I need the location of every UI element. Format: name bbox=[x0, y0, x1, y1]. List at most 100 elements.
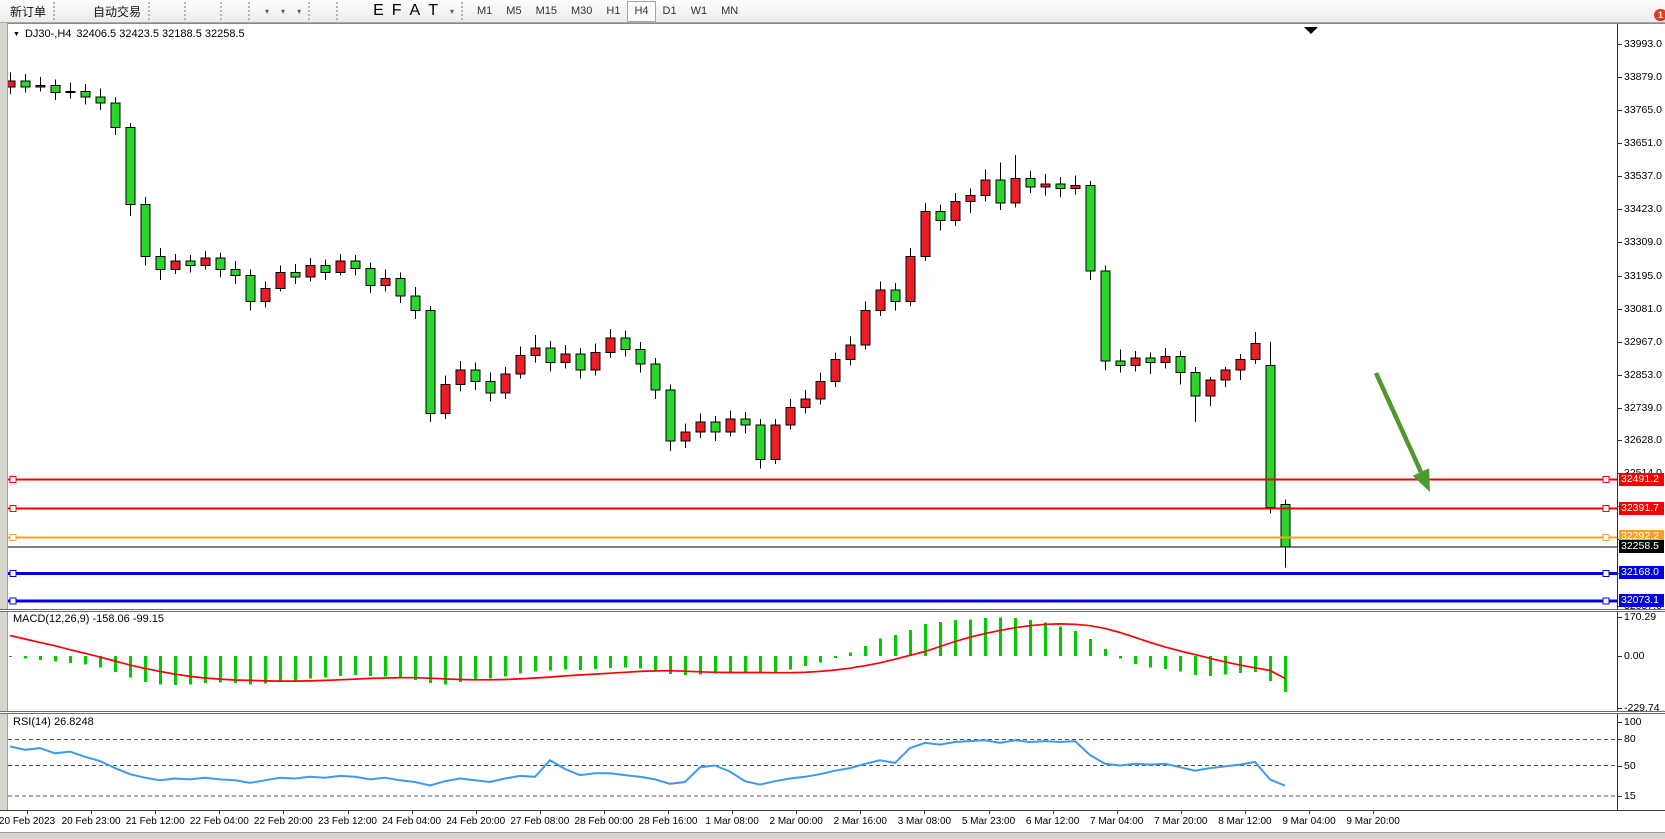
navigator-button[interactable] bbox=[70, 1, 78, 21]
price-tick-label: 33765.0 bbox=[1624, 104, 1662, 116]
price-tick-label: 33651.0 bbox=[1624, 137, 1662, 149]
timeframe-button-m1[interactable]: M1 bbox=[470, 1, 499, 22]
time-axis-tick bbox=[1181, 811, 1182, 814]
candles-layer bbox=[8, 72, 1290, 567]
periods-button[interactable]: ▾ bbox=[273, 1, 289, 21]
chart-shift-marker-icon[interactable] bbox=[1304, 27, 1318, 34]
line-handle[interactable] bbox=[10, 477, 16, 483]
level-lines-layer bbox=[8, 477, 1617, 604]
timeframe-button-m5[interactable]: M5 bbox=[499, 1, 528, 22]
dropdown-caret-icon[interactable]: ▾ bbox=[281, 7, 285, 16]
time-axis-label: 1 Mar 08:00 bbox=[705, 816, 758, 827]
macd-pane[interactable] bbox=[8, 611, 1617, 712]
price-tick-label: 33081.0 bbox=[1624, 303, 1662, 315]
time-axis-tick bbox=[732, 811, 733, 814]
toolbar-separator bbox=[461, 2, 467, 20]
time-axis-label: 9 Mar 04:00 bbox=[1282, 816, 1335, 827]
zoom-out-button[interactable] bbox=[201, 1, 209, 21]
equidistant-channel-button[interactable]: E bbox=[369, 1, 388, 21]
timeframe-button-m30[interactable]: M30 bbox=[564, 1, 599, 22]
candlestick-chart-button[interactable] bbox=[165, 1, 173, 21]
time-axis-label: 24 Feb 04:00 bbox=[382, 816, 441, 827]
time-axis-tick bbox=[989, 811, 990, 814]
time-axis-label: 2 Mar 00:00 bbox=[770, 816, 823, 827]
text-label-button[interactable]: T bbox=[424, 1, 442, 21]
time-axis-tick bbox=[91, 811, 92, 814]
time-axis: 20 Feb 2023 20 Feb 23:00 21 Feb 12:00 22 Fe… bbox=[0, 810, 1665, 832]
time-axis-label: 20 Feb 23:00 bbox=[62, 816, 121, 827]
time-axis-tick bbox=[1373, 811, 1374, 814]
line-handle[interactable] bbox=[1603, 506, 1609, 512]
arrows-button[interactable]: ▾ bbox=[442, 1, 458, 21]
time-axis-tick bbox=[348, 811, 349, 814]
pane-separator-rsi[interactable] bbox=[0, 711, 1665, 714]
macd-signal-line bbox=[10, 624, 1285, 681]
autotrading-button[interactable]: 自动交易 bbox=[86, 1, 145, 21]
time-axis-label: 24 Feb 20:00 bbox=[446, 816, 505, 827]
dropdown-caret-icon[interactable]: ▾ bbox=[297, 7, 301, 16]
horizontal-line-button[interactable] bbox=[353, 1, 361, 21]
annotation-arrow[interactable] bbox=[1376, 373, 1430, 492]
new-order-button[interactable]: 新订单 bbox=[3, 1, 50, 21]
line-chart-button[interactable] bbox=[173, 1, 181, 21]
time-axis-label: 21 Feb 12:00 bbox=[126, 816, 185, 827]
line-handle[interactable] bbox=[1603, 534, 1609, 540]
new-order-button-label: 新订单 bbox=[10, 3, 46, 20]
tile-windows-button[interactable] bbox=[209, 1, 217, 21]
pane-separator-macd[interactable] bbox=[0, 609, 1665, 612]
timeframe-button-d1[interactable]: D1 bbox=[656, 1, 684, 22]
rsi-tick-label: 15 bbox=[1624, 790, 1636, 802]
time-axis-tick bbox=[1053, 811, 1054, 814]
line-handle[interactable] bbox=[1603, 598, 1609, 604]
zoom-in-button[interactable] bbox=[193, 1, 201, 21]
chart-dropdown-icon[interactable]: ▼ bbox=[13, 31, 20, 38]
line-handle[interactable] bbox=[10, 534, 16, 540]
line-handle[interactable] bbox=[10, 506, 16, 512]
timeframe-button-mn[interactable]: MN bbox=[714, 1, 745, 22]
price-pane[interactable] bbox=[8, 24, 1617, 610]
templates-button[interactable]: ▾ bbox=[289, 1, 305, 21]
line-handle[interactable] bbox=[10, 570, 16, 576]
trendline-button[interactable] bbox=[361, 1, 369, 21]
rsi-line bbox=[10, 740, 1285, 785]
auto-scroll-button[interactable] bbox=[229, 1, 237, 21]
data-window-button[interactable] bbox=[78, 1, 86, 21]
time-axis-tick bbox=[604, 811, 605, 814]
text-button[interactable]: A bbox=[406, 1, 425, 21]
time-axis-label: 20 Feb 2023 bbox=[0, 816, 55, 827]
axis-tick bbox=[1618, 176, 1622, 177]
chart-shift-button[interactable] bbox=[237, 1, 245, 21]
time-axis-label: 28 Feb 16:00 bbox=[639, 816, 698, 827]
fibonacci-button[interactable]: F bbox=[388, 1, 406, 21]
line-handle[interactable] bbox=[1603, 570, 1609, 576]
market-watch-button[interactable] bbox=[62, 1, 70, 21]
cursor-button[interactable] bbox=[317, 1, 325, 21]
vertical-line-button[interactable] bbox=[345, 1, 353, 21]
crosshair-button[interactable] bbox=[325, 1, 333, 21]
time-axis-label: 22 Feb 20:00 bbox=[254, 816, 313, 827]
time-axis-tick bbox=[540, 811, 541, 814]
line-handle[interactable] bbox=[10, 598, 16, 604]
macd-histogram bbox=[11, 618, 1286, 692]
timeframe-button-w1[interactable]: W1 bbox=[684, 1, 715, 22]
dropdown-caret-icon[interactable]: ▾ bbox=[265, 7, 269, 16]
time-axis-tick bbox=[668, 811, 669, 814]
timeframe-button-m15[interactable]: M15 bbox=[529, 1, 564, 22]
dropdown-caret-icon[interactable]: ▾ bbox=[450, 7, 454, 16]
time-axis-label: 8 Mar 12:00 bbox=[1218, 816, 1271, 827]
axis-tick bbox=[1618, 242, 1622, 243]
rsi-tick-label: 50 bbox=[1624, 760, 1636, 772]
price-tick-label: 33423.0 bbox=[1624, 203, 1662, 215]
bar-chart-button[interactable] bbox=[157, 1, 165, 21]
time-axis-label: 23 Feb 12:00 bbox=[318, 816, 377, 827]
time-axis-tick bbox=[924, 811, 925, 814]
price-axis: 33993.033879.033765.033651.033537.033423… bbox=[1617, 24, 1665, 810]
rsi-pane[interactable] bbox=[8, 714, 1617, 810]
toolbar-separator bbox=[248, 2, 254, 20]
axis-tick bbox=[1618, 276, 1622, 277]
axis-tick bbox=[1618, 722, 1622, 723]
timeframe-button-h1[interactable]: H1 bbox=[599, 1, 627, 22]
timeframe-button-h4[interactable]: H4 bbox=[627, 1, 655, 22]
indicators-button[interactable]: ▾ bbox=[257, 1, 273, 21]
line-handle[interactable] bbox=[1603, 477, 1609, 483]
